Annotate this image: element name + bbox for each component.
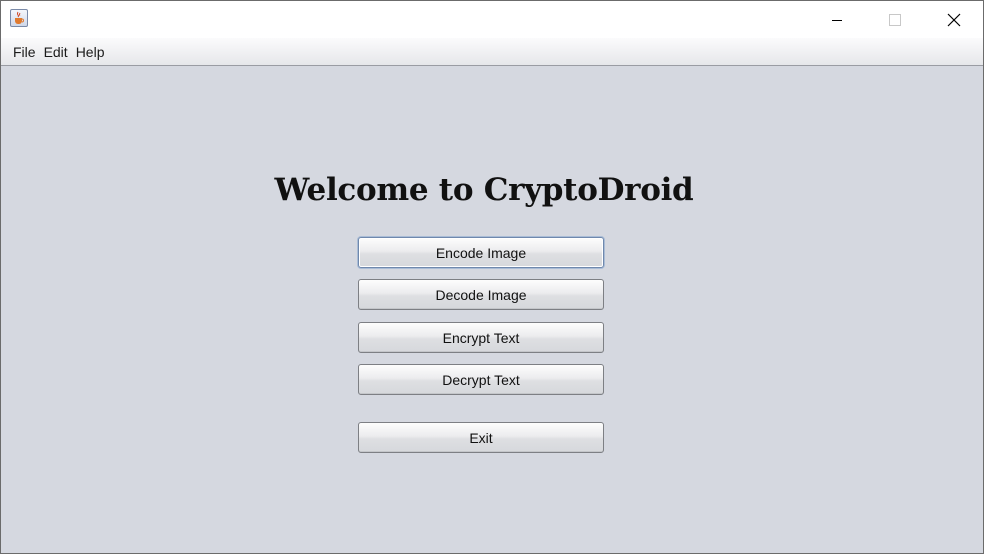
menu-edit[interactable]: Edit (42, 42, 74, 62)
decode-image-button[interactable]: Decode Image (358, 279, 604, 310)
title-bar[interactable] (1, 1, 983, 38)
maximize-button[interactable] (866, 1, 924, 38)
app-window: File Edit Help Welcome to CryptoDroid En… (0, 0, 984, 554)
menu-help[interactable]: Help (74, 42, 111, 62)
maximize-icon (889, 13, 901, 26)
minimize-button[interactable] (808, 1, 866, 38)
close-icon (947, 13, 961, 26)
close-button[interactable] (925, 1, 983, 38)
minimize-icon (832, 19, 842, 21)
decrypt-text-button[interactable]: Decrypt Text (358, 364, 604, 395)
welcome-title: Welcome to CryptoDroid (274, 172, 694, 208)
encode-image-button[interactable]: Encode Image (358, 237, 604, 268)
menu-file[interactable]: File (7, 42, 42, 62)
encrypt-text-button[interactable]: Encrypt Text (358, 322, 604, 353)
java-cup-icon[interactable] (10, 9, 28, 27)
main-panel: Welcome to CryptoDroid Encode Image Deco… (1, 66, 983, 553)
exit-button[interactable]: Exit (358, 422, 604, 453)
menu-bar: File Edit Help (1, 38, 983, 66)
